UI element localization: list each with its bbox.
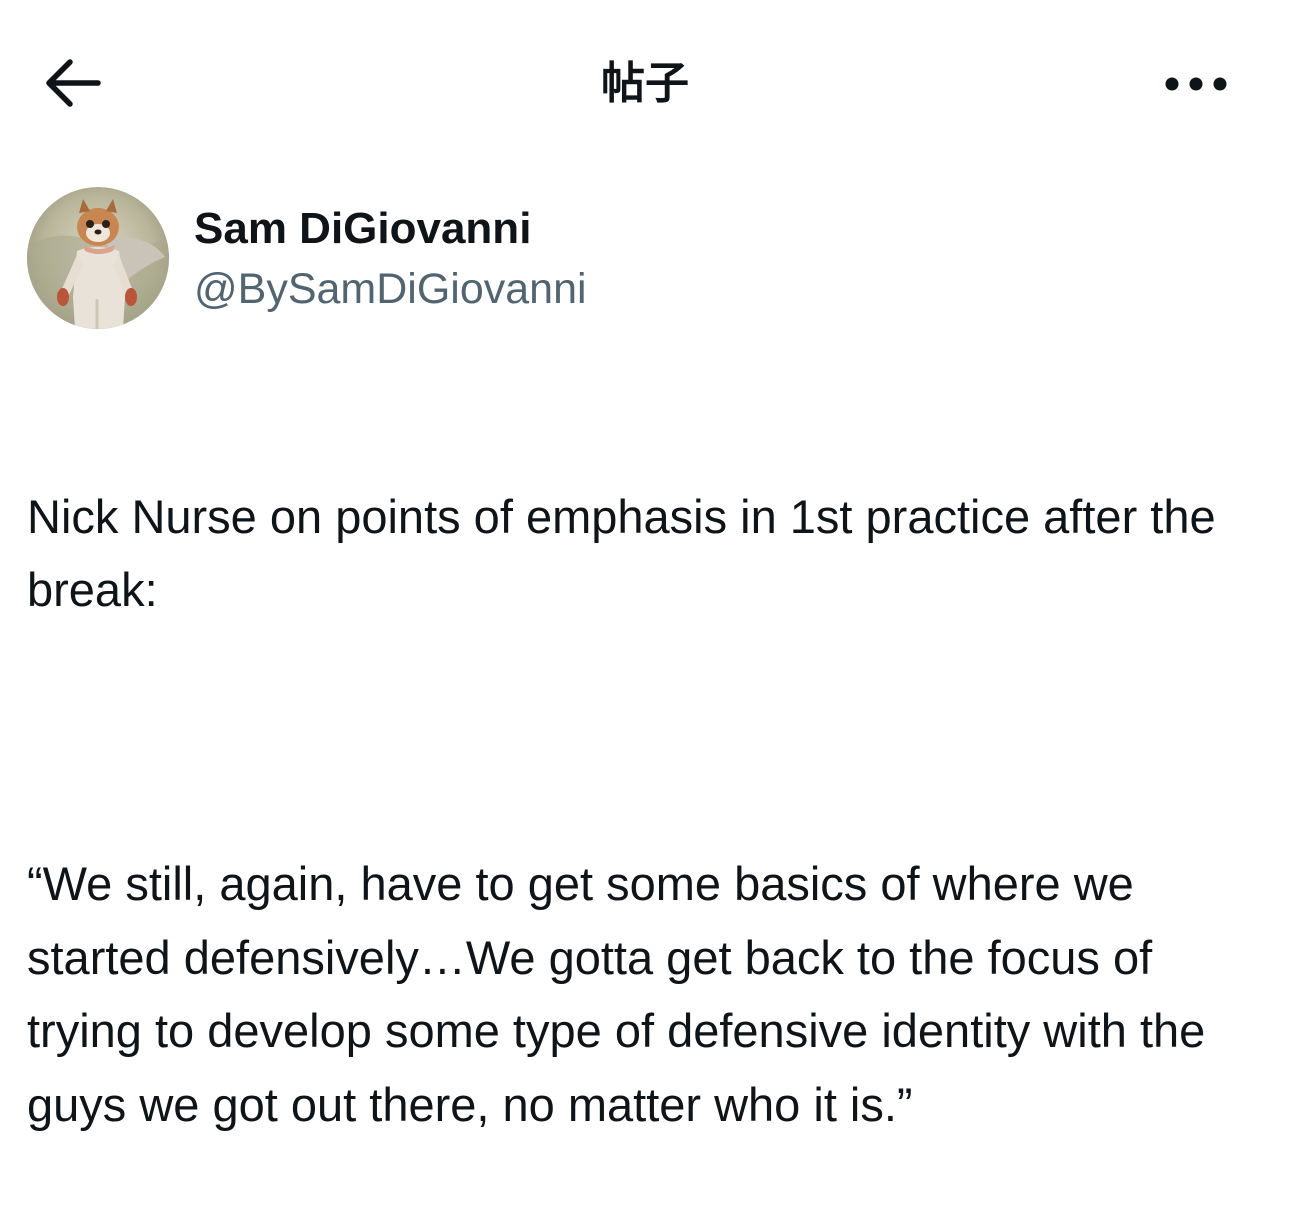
avatar[interactable] (27, 187, 169, 329)
author-display-name[interactable]: Sam DiGiovanni (194, 203, 531, 255)
more-horizontal-icon (1165, 77, 1227, 91)
profile-avatar (27, 187, 169, 329)
post-text: Nick Nurse on points of emphasis in 1st … (27, 406, 1247, 1215)
post-paragraph: “We still, again, have to get some basic… (27, 857, 1206, 1131)
post-paragraph: Nick Nurse on points of emphasis in 1st … (27, 489, 1216, 617)
more-options-button[interactable] (1156, 60, 1236, 108)
page-title: 帖子 (601, 58, 689, 109)
arrow-left-icon (46, 59, 101, 107)
back-button[interactable] (38, 52, 108, 114)
top-bar: 帖子 (0, 0, 1290, 170)
post-author: Sam DiGiovanni @BySamDiGiovanni (27, 187, 1227, 332)
author-handle[interactable]: @BySamDiGiovanni (194, 263, 587, 315)
